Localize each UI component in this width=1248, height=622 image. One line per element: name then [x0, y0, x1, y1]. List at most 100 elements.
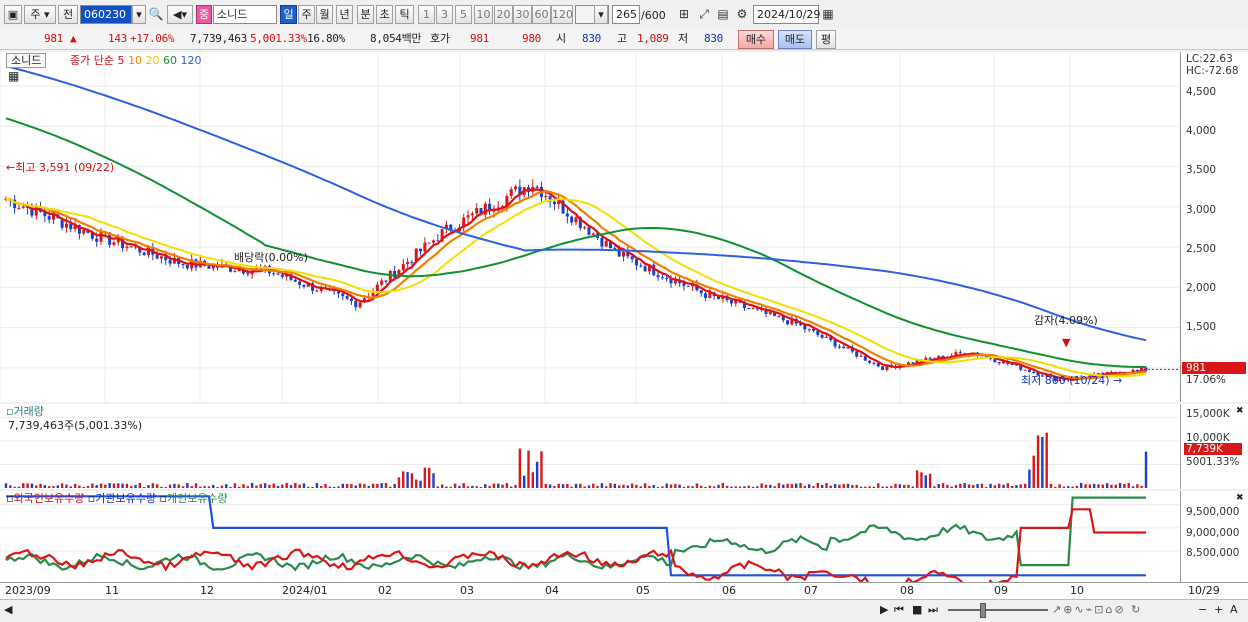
volume-bar	[561, 484, 565, 488]
eval-button[interactable]: 평	[816, 30, 836, 49]
scroll-left-icon[interactable]: ◀	[4, 603, 12, 616]
price-pane[interactable]	[0, 52, 1180, 402]
candle-body	[824, 336, 828, 338]
interval-3-button[interactable]: 3	[436, 5, 453, 24]
stop-icon[interactable]: ■	[912, 603, 922, 616]
save-icon[interactable]: ▤	[715, 5, 731, 24]
period-second-button[interactable]: 초	[376, 5, 393, 24]
candle-body	[859, 355, 863, 357]
drawing-tools[interactable]: ↗⊕∿⌁⊡⌂⊘ ↻	[1052, 603, 1142, 616]
interval-120-button[interactable]: 120	[551, 5, 573, 24]
stock-tab[interactable]: 소니드	[6, 53, 47, 68]
period-week-button[interactable]: 주	[298, 5, 315, 24]
volume-bar	[117, 483, 120, 488]
volume-bar	[725, 485, 729, 488]
zoom-slider-thumb[interactable]	[980, 603, 986, 618]
mode-button[interactable]: 전	[58, 5, 78, 24]
volume-pane[interactable]	[0, 404, 1180, 489]
candle-body	[406, 262, 410, 265]
gear-icon[interactable]: ⚙	[734, 5, 750, 24]
period-day-button[interactable]: 일	[280, 5, 297, 24]
volume-bar	[669, 484, 673, 488]
zoom-out-icon[interactable]: −	[1198, 603, 1207, 616]
price-tick: 2,000	[1186, 282, 1217, 294]
volume-bar	[924, 475, 927, 488]
search-icon[interactable]: 🔍	[148, 5, 164, 24]
scroll-right-icon[interactable]: ▶	[880, 603, 888, 616]
candle-body	[622, 251, 625, 257]
volume-bar	[1019, 484, 1022, 488]
volume-bar	[138, 482, 142, 488]
volume-bar	[566, 483, 569, 488]
crosshair-icon[interactable]: ⤢	[696, 5, 712, 24]
fast-forward-icon[interactable]: ⏭	[928, 603, 938, 616]
volume-bar	[730, 486, 733, 488]
zoom-in-icon[interactable]: +	[1214, 603, 1223, 616]
interval-30-button[interactable]: 30	[513, 5, 532, 24]
candle-body	[842, 346, 846, 349]
interval-dropdown-button[interactable]: ▾	[594, 5, 608, 24]
volume-bar	[134, 484, 137, 488]
candle-body	[656, 275, 660, 278]
sell-button[interactable]: 매도	[778, 30, 812, 49]
speaker-button[interactable]: ◀▾	[167, 5, 193, 24]
candle-body	[704, 293, 708, 299]
price-axis[interactable]	[1180, 52, 1248, 402]
volume-bar	[190, 486, 193, 488]
period-minute-button[interactable]: 분	[357, 5, 374, 24]
x-label: 12	[200, 584, 214, 597]
rewind-icon[interactable]: ⏮	[894, 603, 904, 616]
stock-code-input[interactable]: 060230	[80, 5, 132, 24]
candle-body	[928, 357, 932, 359]
holding-tick: 9,000,000	[1186, 527, 1240, 539]
volume-bar	[596, 485, 599, 488]
candle-icon[interactable]: ⊞	[676, 5, 692, 24]
interval-1-button[interactable]: 1	[418, 5, 435, 24]
candle-body	[475, 208, 479, 214]
holding-tick: 9,500,000	[1186, 506, 1240, 518]
volume-bar	[220, 485, 224, 488]
volume-bar	[492, 483, 496, 488]
volume-bar	[142, 486, 146, 488]
zoom-slider[interactable]	[948, 609, 1048, 611]
interval-20-button[interactable]: 20	[494, 5, 513, 24]
interval-60-button[interactable]: 60	[532, 5, 551, 24]
period-year-button[interactable]: 년	[336, 5, 353, 24]
volume-bar	[1140, 485, 1143, 488]
price-chart[interactable]	[0, 52, 1180, 402]
date-input[interactable]: 2024/10/29	[753, 5, 820, 24]
period-select[interactable]: 주 ▾	[24, 5, 56, 24]
close-pane-icon[interactable]: ✖	[1236, 405, 1244, 418]
candle-body	[552, 201, 556, 205]
chart-menu-button[interactable]: ▣	[4, 5, 22, 24]
calendar-icon[interactable]: ▦	[820, 5, 836, 24]
volume-bar	[1075, 485, 1079, 488]
auto-scale-icon[interactable]: A	[1230, 603, 1238, 616]
volume-bar	[26, 483, 29, 488]
interval-5-button[interactable]: 5	[455, 5, 472, 24]
volume-bar	[1071, 486, 1074, 488]
volume-bar	[263, 483, 267, 488]
close-pane-icon[interactable]: ✖	[1236, 492, 1244, 505]
period-month-button[interactable]: 월	[316, 5, 333, 24]
volume-bar	[820, 485, 824, 488]
candle-body	[69, 223, 73, 230]
candle-body	[432, 240, 435, 243]
volume-bar	[712, 486, 716, 488]
volume-chart[interactable]	[0, 404, 1180, 489]
candle-body	[155, 254, 159, 259]
buy-button[interactable]: 매수	[738, 30, 774, 49]
volume-bar	[548, 484, 552, 488]
candle-body	[466, 215, 470, 218]
candle-body	[514, 186, 518, 190]
volume-bar	[449, 486, 452, 488]
grid-toggle-icon[interactable]: ▦	[8, 70, 19, 83]
interval-10-button[interactable]: 10	[474, 5, 493, 24]
period-tick-button[interactable]: 틱	[395, 5, 414, 24]
count-input[interactable]: 265	[612, 5, 640, 24]
volume-bar	[1084, 484, 1087, 488]
volume-bar	[890, 486, 893, 488]
code-dropdown-button[interactable]: ▾	[132, 5, 146, 24]
volume-bar	[272, 483, 275, 488]
candle-body	[272, 273, 276, 275]
